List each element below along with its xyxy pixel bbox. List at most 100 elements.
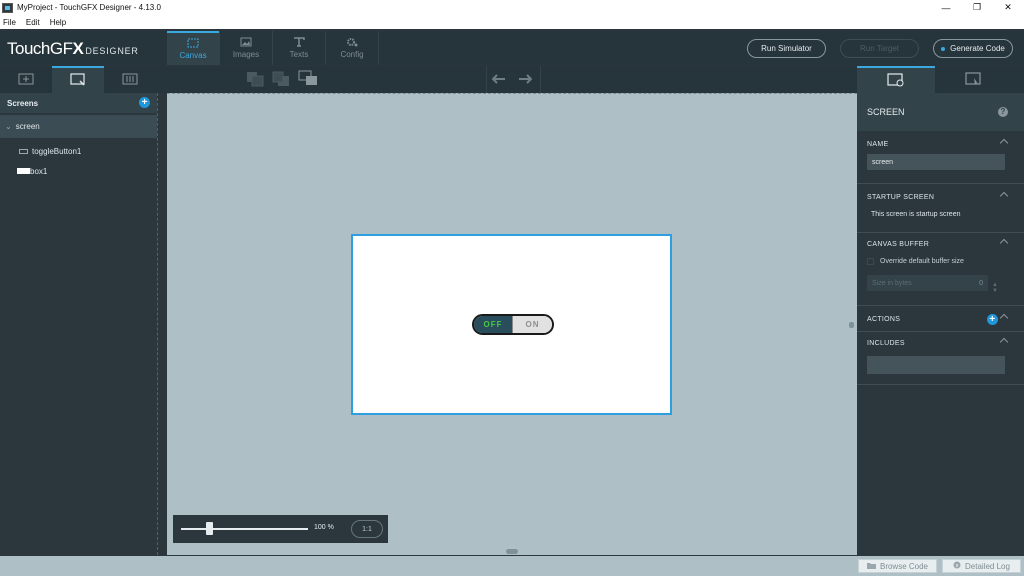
restore-button[interactable]: ❐ — [962, 0, 992, 15]
collapse-icon — [999, 191, 1009, 201]
zoom-control: 100 % 1:1 — [173, 515, 388, 543]
collapse-icon — [999, 138, 1009, 148]
status-bar: Browse Code Detailed Log — [0, 556, 1024, 576]
tree-item-box1[interactable]: box1 — [0, 161, 157, 181]
properties-icon — [887, 72, 905, 89]
detailed-log-button[interactable]: Detailed Log — [942, 559, 1021, 573]
chevron-down-icon: ⌄ — [5, 122, 12, 131]
name-label: NAME — [867, 141, 889, 148]
buffer-size-input[interactable]: Size in bytes 0 — [867, 275, 988, 291]
undo-icon[interactable] — [491, 73, 506, 87]
close-button[interactable]: ✕ — [993, 0, 1023, 15]
properties-tab[interactable] — [857, 66, 935, 93]
run-simulator-button[interactable]: Run Simulator — [747, 39, 826, 58]
toggle-off-label: OFF — [474, 316, 512, 333]
name-section: NAME screen — [857, 135, 1024, 170]
canvas-buffer-label: CANVAS BUFFER — [867, 241, 930, 248]
vertical-resize-handle[interactable] — [849, 322, 854, 328]
screens-title: Screens — [7, 98, 39, 108]
collapse-icon — [999, 238, 1009, 248]
send-backward-icon[interactable] — [272, 71, 290, 89]
toggle-button-widget[interactable]: OFF ON — [472, 314, 554, 335]
buffer-size-value: 0 — [979, 279, 983, 287]
bring-forward-icon[interactable] — [246, 71, 264, 89]
menu-file[interactable]: File — [3, 18, 16, 27]
tab-config-label: Config — [340, 50, 364, 59]
menu-edit[interactable]: Edit — [26, 18, 40, 27]
includes-section-header[interactable]: INCLUDES — [857, 334, 1024, 353]
toolbar-divider — [540, 66, 541, 93]
text-icon — [293, 37, 305, 47]
section-divider — [857, 305, 1024, 306]
app-icon — [2, 2, 13, 13]
properties-title: SCREEN — [867, 107, 905, 117]
section-divider — [857, 384, 1024, 385]
zoom-slider-track[interactable] — [181, 528, 308, 530]
run-target-button[interactable]: Run Target — [840, 39, 919, 58]
includes-section: INCLUDES — [857, 334, 1024, 374]
properties-header: SCREEN ? — [857, 93, 1024, 131]
box-icon — [17, 168, 30, 174]
add-widget-tab[interactable] — [0, 66, 52, 93]
browse-code-label: Browse Code — [879, 561, 929, 571]
generate-code-label: Generate Code — [950, 44, 1005, 53]
screen-preview[interactable]: OFF ON — [351, 234, 672, 415]
redo-icon[interactable] — [518, 73, 533, 87]
tab-canvas[interactable]: Canvas — [167, 31, 219, 65]
tree-togglebutton1-label: toggleButton1 — [32, 146, 82, 156]
add-widget-icon — [18, 73, 34, 87]
tab-images-label: Images — [232, 50, 260, 59]
override-buffer-row: Override default buffer size — [857, 254, 1024, 268]
startup-label: STARTUP SCREEN — [867, 194, 935, 201]
stepper-icon[interactable]: ▲ ▼ — [992, 282, 998, 294]
interactions-tab[interactable] — [935, 66, 1013, 93]
minimize-button[interactable]: — — [931, 0, 961, 15]
info-icon — [953, 561, 961, 571]
override-buffer-checkbox[interactable] — [867, 257, 874, 265]
tab-texts[interactable]: Texts — [273, 31, 325, 65]
add-screen-button[interactable]: + — [139, 97, 150, 108]
tree-item-togglebutton1[interactable]: toggleButton1 — [0, 141, 157, 161]
screens-panel: Screens + ⌄ screen toggleButton1 box1 — [0, 93, 158, 555]
collapse-icon — [999, 313, 1009, 323]
folder-icon — [866, 562, 876, 571]
help-icon[interactable]: ? — [998, 107, 1008, 117]
tab-texts-label: Texts — [289, 50, 309, 59]
actions-label: ACTIONS — [867, 316, 901, 323]
name-field[interactable]: screen — [867, 154, 1005, 170]
actions-section-header[interactable]: ACTIONS + — [857, 310, 1024, 329]
canvas-buffer-section: CANVAS BUFFER Override default buffer si… — [857, 235, 1024, 294]
properties-panel: SCREEN ? NAME screen STARTUP SCREEN This… — [857, 93, 1024, 555]
includes-field[interactable] — [867, 356, 1005, 374]
zoom-reset-button[interactable]: 1:1 — [351, 520, 383, 538]
tab-divider — [378, 31, 379, 65]
generate-code-button[interactable]: Generate Code — [933, 39, 1013, 58]
touchgfx-logo: TouchGFX DESIGNER — [7, 39, 139, 59]
menu-help[interactable]: Help — [50, 18, 66, 27]
logo-main: TouchGF — [7, 39, 73, 58]
mixins-icon — [122, 73, 138, 87]
mixins-tab[interactable] — [104, 66, 156, 93]
tab-config[interactable]: Config — [326, 31, 378, 65]
tree-item-screen[interactable]: ⌄ screen — [0, 115, 157, 138]
align-icon[interactable] — [298, 70, 318, 88]
logo-x: X — [72, 39, 84, 58]
detailed-log-label: Detailed Log — [965, 561, 1010, 571]
canvas-buffer-section-header[interactable]: CANVAS BUFFER — [857, 235, 1024, 254]
title-bar: MyProject - TouchGFX Designer - 4.13.0 —… — [0, 0, 1024, 15]
toolbar-divider — [486, 66, 487, 93]
horizontal-resize-handle[interactable] — [506, 549, 518, 554]
startup-section-header[interactable]: STARTUP SCREEN — [857, 188, 1024, 207]
add-action-button[interactable]: + — [987, 314, 998, 325]
design-canvas[interactable]: OFF ON 100 % 1:1 — [167, 93, 857, 555]
tab-images[interactable]: Images — [220, 31, 272, 65]
screens-tree-tab[interactable] — [52, 66, 104, 93]
tab-canvas-label: Canvas — [179, 51, 207, 60]
name-section-header[interactable]: NAME — [857, 135, 1024, 154]
tree-box1-label: box1 — [30, 166, 48, 176]
override-buffer-label: Override default buffer size — [880, 257, 964, 265]
zoom-slider-thumb[interactable] — [206, 522, 213, 535]
browse-code-button[interactable]: Browse Code — [858, 559, 937, 573]
section-divider — [857, 232, 1024, 233]
tree-screen-label: screen — [15, 122, 40, 131]
